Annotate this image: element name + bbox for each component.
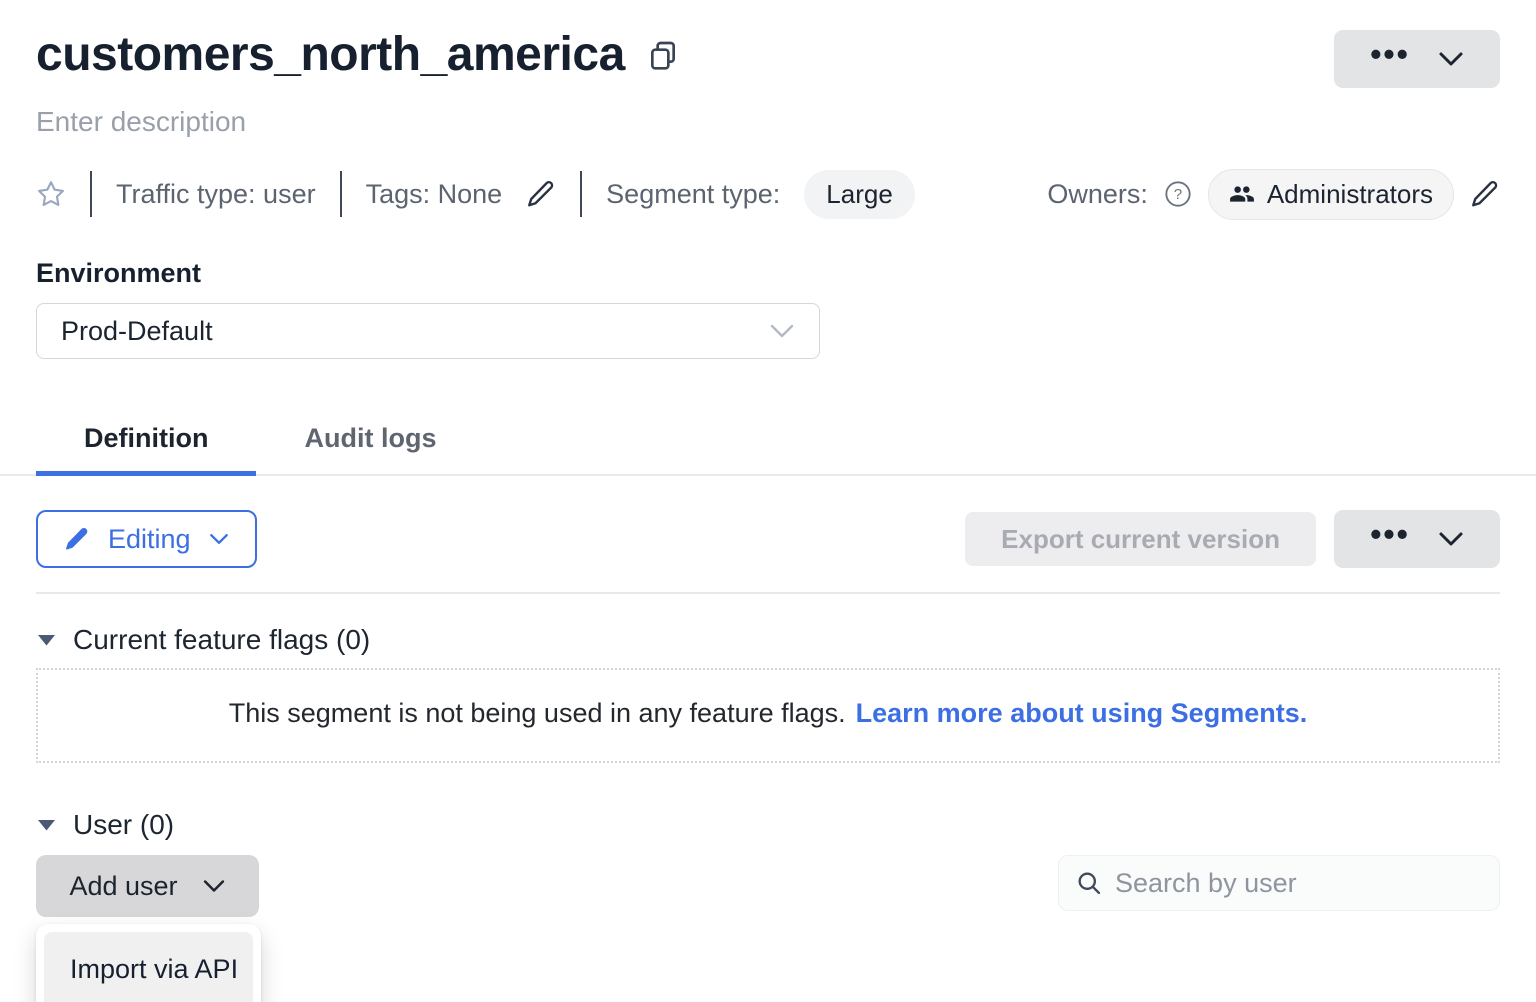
user-search [1058,855,1500,911]
help-icon[interactable]: ? [1164,180,1192,208]
chevron-down-icon [1438,50,1464,68]
tab-bar: Definition Audit logs [0,399,1536,476]
owners-badge[interactable]: Administrators [1208,169,1454,220]
segment-type-badge: Large [804,170,915,219]
add-user-button[interactable]: Add user [36,855,259,917]
tab-definition[interactable]: Definition [36,399,256,474]
definition-more-actions-button[interactable]: ••• [1334,510,1500,568]
copy-icon[interactable] [647,39,679,71]
export-version-button[interactable]: Export current version [965,512,1316,566]
tab-audit-logs[interactable]: Audit logs [256,399,484,474]
empty-state-message: This segment is not being used in any fe… [229,698,846,728]
user-toolbar: Add user Import via API [36,855,1500,917]
star-icon[interactable] [36,179,66,209]
header: customers_north_america ••• [36,30,1500,88]
owners-label: Owners: [1047,179,1148,210]
segment-type-label: Segment type: [606,179,780,210]
feature-flags-section: Current feature flags (0) This segment i… [36,624,1500,763]
meta-divider [340,171,342,217]
svg-text:?: ? [1174,186,1182,203]
traffic-type-label: Traffic type: user [116,179,316,210]
chevron-down-icon [1438,530,1464,548]
meta-divider [580,171,582,217]
meta-divider [90,171,92,217]
feature-flags-empty-state: This segment is not being used in any fe… [36,668,1500,763]
ellipsis-icon: ••• [1370,526,1410,552]
chevron-down-icon [209,532,229,546]
user-heading: User (0) [73,809,174,841]
environment-section: Environment Prod-Default [36,258,1500,359]
owners-group: Owners: ? Administrators [1047,169,1500,220]
menu-item-import-via-api[interactable]: Import via API [44,932,253,1002]
add-user-label: Add user [69,871,177,902]
definition-toolbar: Editing Export current version ••• [36,510,1500,568]
chevron-down-icon [202,878,226,894]
search-icon [1075,869,1103,897]
edit-tags-icon[interactable] [526,179,556,209]
user-section: User (0) Add user Import via API [36,809,1500,917]
editing-status-button[interactable]: Editing [36,510,257,568]
meta-row: Traffic type: user Tags: None Segment ty… [36,170,1500,218]
ellipsis-icon: ••• [1370,46,1410,72]
segment-detail-page: customers_north_america ••• Enter descri… [0,0,1536,917]
header-more-actions-button[interactable]: ••• [1334,30,1500,88]
description-placeholder[interactable]: Enter description [36,106,1500,138]
search-input[interactable] [1115,868,1483,899]
edit-owners-icon[interactable] [1470,179,1500,209]
pencil-icon [64,526,90,552]
tags-label: Tags: None [366,179,503,210]
environment-select[interactable]: Prod-Default [36,303,820,359]
chevron-down-icon [769,322,795,340]
page-title: customers_north_america [36,30,625,80]
environment-label: Environment [36,258,1500,289]
editing-label: Editing [108,524,191,555]
add-user-dropdown-menu: Import via API [36,924,261,1002]
feature-flags-heading: Current feature flags (0) [73,624,370,656]
learn-more-link[interactable]: Learn more about using Segments. [856,698,1308,728]
environment-selected-value: Prod-Default [61,316,213,347]
user-section-toggle[interactable]: User (0) [36,809,1500,841]
triangle-down-icon [36,632,57,648]
triangle-down-icon [36,817,57,833]
people-icon [1229,181,1255,207]
feature-flags-section-toggle[interactable]: Current feature flags (0) [36,624,1500,656]
toolbar-divider [36,592,1500,594]
owners-value: Administrators [1267,179,1433,210]
